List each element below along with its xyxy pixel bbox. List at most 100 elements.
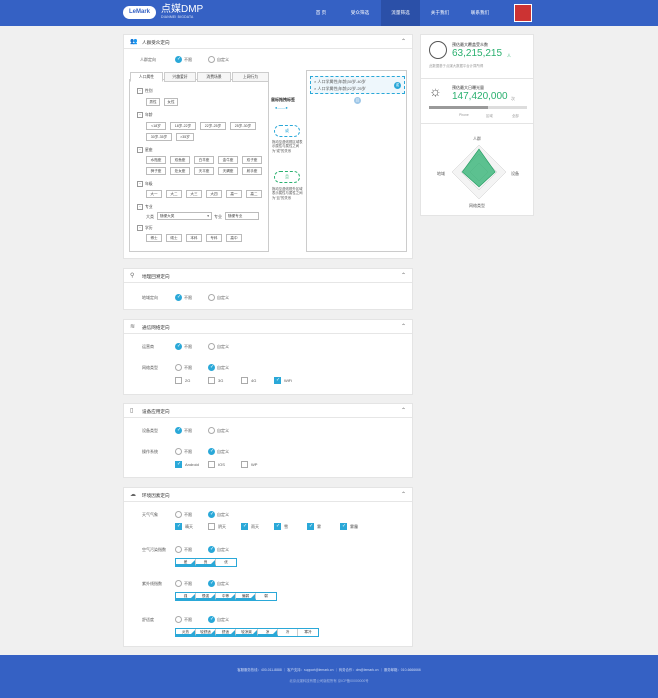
tag[interactable]: 22岁-25岁 [200, 122, 226, 130]
carrier-radio-unlimited[interactable] [175, 343, 182, 350]
comfort-radio-custom[interactable] [208, 616, 215, 623]
collapse-icon[interactable]: ⌃ [401, 491, 406, 498]
nav-audience[interactable]: 受众筛选 [342, 0, 378, 26]
tag[interactable]: 硕士 [166, 234, 182, 242]
segment-option[interactable]: 舒适 [216, 629, 236, 636]
tag[interactable]: 射手座 [242, 167, 262, 175]
tag[interactable]: 处女座 [170, 167, 190, 175]
tag[interactable]: 大三 [186, 190, 202, 198]
tag[interactable]: 狮子座 [146, 167, 166, 175]
net-type-radio-unlimited[interactable] [175, 364, 182, 371]
tag[interactable]: 18岁-22岁 [170, 122, 196, 130]
os-radio-custom[interactable] [208, 448, 215, 455]
or-group[interactable]: × 人口学属性|年龄|30岁-40岁 × 人口学属性|年龄|22岁-25岁 或 [310, 76, 405, 94]
checkbox-haze[interactable] [340, 523, 347, 530]
geo-radio-unlimited[interactable] [175, 294, 182, 301]
segment-option[interactable]: 弱 [256, 593, 276, 600]
segment-option[interactable]: 良 [196, 559, 216, 566]
crowd-radio-custom[interactable] [208, 56, 215, 63]
tag[interactable]: 30岁-35岁 [146, 133, 172, 141]
tag[interactable]: <18岁 [146, 122, 166, 130]
net-type-radio-custom[interactable] [208, 364, 215, 371]
segment-option[interactable]: 炎热 [176, 629, 196, 636]
checkbox-4g[interactable] [241, 377, 248, 384]
tag[interactable]: 男性 [146, 98, 160, 106]
air-segment[interactable]: 差 良 优 [175, 558, 237, 567]
checkbox-sunny[interactable] [175, 523, 182, 530]
tag[interactable]: 专科 [206, 234, 222, 242]
segment-option[interactable]: 较凉爽 [236, 629, 258, 636]
tag[interactable]: 水瓶座 [146, 156, 166, 164]
tab-interest[interactable]: 兴趣爱好 [164, 72, 196, 82]
nav-traffic[interactable]: 流量筛选 [381, 0, 420, 26]
checkbox-cloudy[interactable] [208, 523, 215, 530]
segment-option[interactable]: 强 [176, 593, 196, 600]
weather-radio-unlimited[interactable] [175, 511, 182, 518]
segment-option[interactable]: 较舒适 [196, 629, 216, 636]
tag[interactable]: 高一 [226, 190, 242, 198]
tag[interactable]: 金牛座 [218, 156, 238, 164]
carrier-radio-custom[interactable] [208, 343, 215, 350]
tag[interactable]: 女性 [164, 98, 178, 106]
group-zodiac[interactable]: 星座 [137, 147, 153, 153]
tab-demographic[interactable]: 人口属性 [130, 72, 163, 82]
remove-icon[interactable]: × [314, 79, 316, 84]
comfort-segment[interactable]: 炎热 较舒适 舒适 较凉爽 凉 冷 寒冷 [175, 628, 319, 637]
major-class-select[interactable]: 随便大类 ▾ [157, 212, 212, 220]
group-gender[interactable]: 性别 [137, 88, 153, 94]
segment-option[interactable]: 偏弱 [236, 593, 256, 600]
drop-zone[interactable]: × 人口学属性|年龄|30岁-40岁 × 人口学属性|年龄|22岁-25岁 或 … [306, 70, 407, 252]
weather-radio-custom[interactable] [208, 511, 215, 518]
checkbox-2g[interactable] [175, 377, 182, 384]
tag[interactable]: 博士 [146, 234, 162, 242]
nav-contact[interactable]: 联系我们 [462, 0, 498, 26]
group-major[interactable]: 专业 [137, 204, 153, 210]
comfort-radio-unlimited[interactable] [175, 616, 182, 623]
checkbox-snow[interactable] [274, 523, 281, 530]
tag[interactable]: 大一 [146, 190, 162, 198]
tag[interactable]: 25岁-30岁 [230, 122, 256, 130]
tag[interactable]: 双鱼座 [170, 156, 190, 164]
segment-option[interactable]: 很强 [196, 593, 216, 600]
tag[interactable]: 本科 [186, 234, 202, 242]
group-grade[interactable]: 年级 [137, 181, 153, 187]
tag[interactable]: 白羊座 [194, 156, 214, 164]
selected-tag[interactable]: × 人口学属性|年龄|22岁-25岁 [314, 86, 366, 92]
tag[interactable]: >35岁 [176, 133, 194, 141]
logo[interactable]: LeMark [123, 6, 156, 19]
tab-consume[interactable]: 消费场景 [197, 72, 231, 82]
segment-option[interactable]: 差 [176, 559, 196, 566]
tab-online[interactable]: 上网行为 [232, 72, 269, 82]
tag[interactable]: 高中 [226, 234, 242, 242]
checkbox-wp[interactable] [241, 461, 248, 468]
tag[interactable]: 大四 [206, 190, 222, 198]
group-education[interactable]: 学历 [137, 225, 153, 231]
group-age[interactable]: 年龄 [137, 112, 153, 118]
checkbox-wifi[interactable] [274, 377, 281, 384]
remove-icon[interactable]: × [314, 86, 316, 91]
tag[interactable]: 双子座 [242, 156, 262, 164]
collapse-icon[interactable]: ⌃ [401, 38, 406, 45]
uv-segment[interactable]: 强 很强 中等 偏弱 弱 [175, 592, 277, 601]
tag[interactable]: 大二 [166, 190, 182, 198]
checkbox-rain[interactable] [241, 523, 248, 530]
nav-about[interactable]: 关于我们 [422, 0, 458, 26]
uv-radio-custom[interactable] [208, 580, 215, 587]
uv-radio-unlimited[interactable] [175, 580, 182, 587]
segment-option[interactable]: 寒冷 [298, 629, 318, 636]
segment-option[interactable]: 凉 [258, 629, 278, 636]
user-avatar[interactable] [514, 4, 532, 22]
collapse-icon[interactable]: ⌃ [401, 407, 406, 414]
air-radio-custom[interactable] [208, 546, 215, 553]
checkbox-fog[interactable] [307, 523, 314, 530]
checkbox-android[interactable] [175, 461, 182, 468]
checkbox-3g[interactable] [208, 377, 215, 384]
tag[interactable]: 天平座 [194, 167, 214, 175]
tag[interactable]: 高二 [246, 190, 262, 198]
segment-option[interactable]: 中等 [216, 593, 236, 600]
segment-option[interactable]: 冷 [278, 629, 298, 636]
collapse-icon[interactable]: ⌃ [401, 272, 406, 279]
nav-home[interactable]: 首 页 [305, 0, 337, 26]
geo-radio-custom[interactable] [208, 294, 215, 301]
crowd-radio-unlimited[interactable] [175, 56, 182, 63]
